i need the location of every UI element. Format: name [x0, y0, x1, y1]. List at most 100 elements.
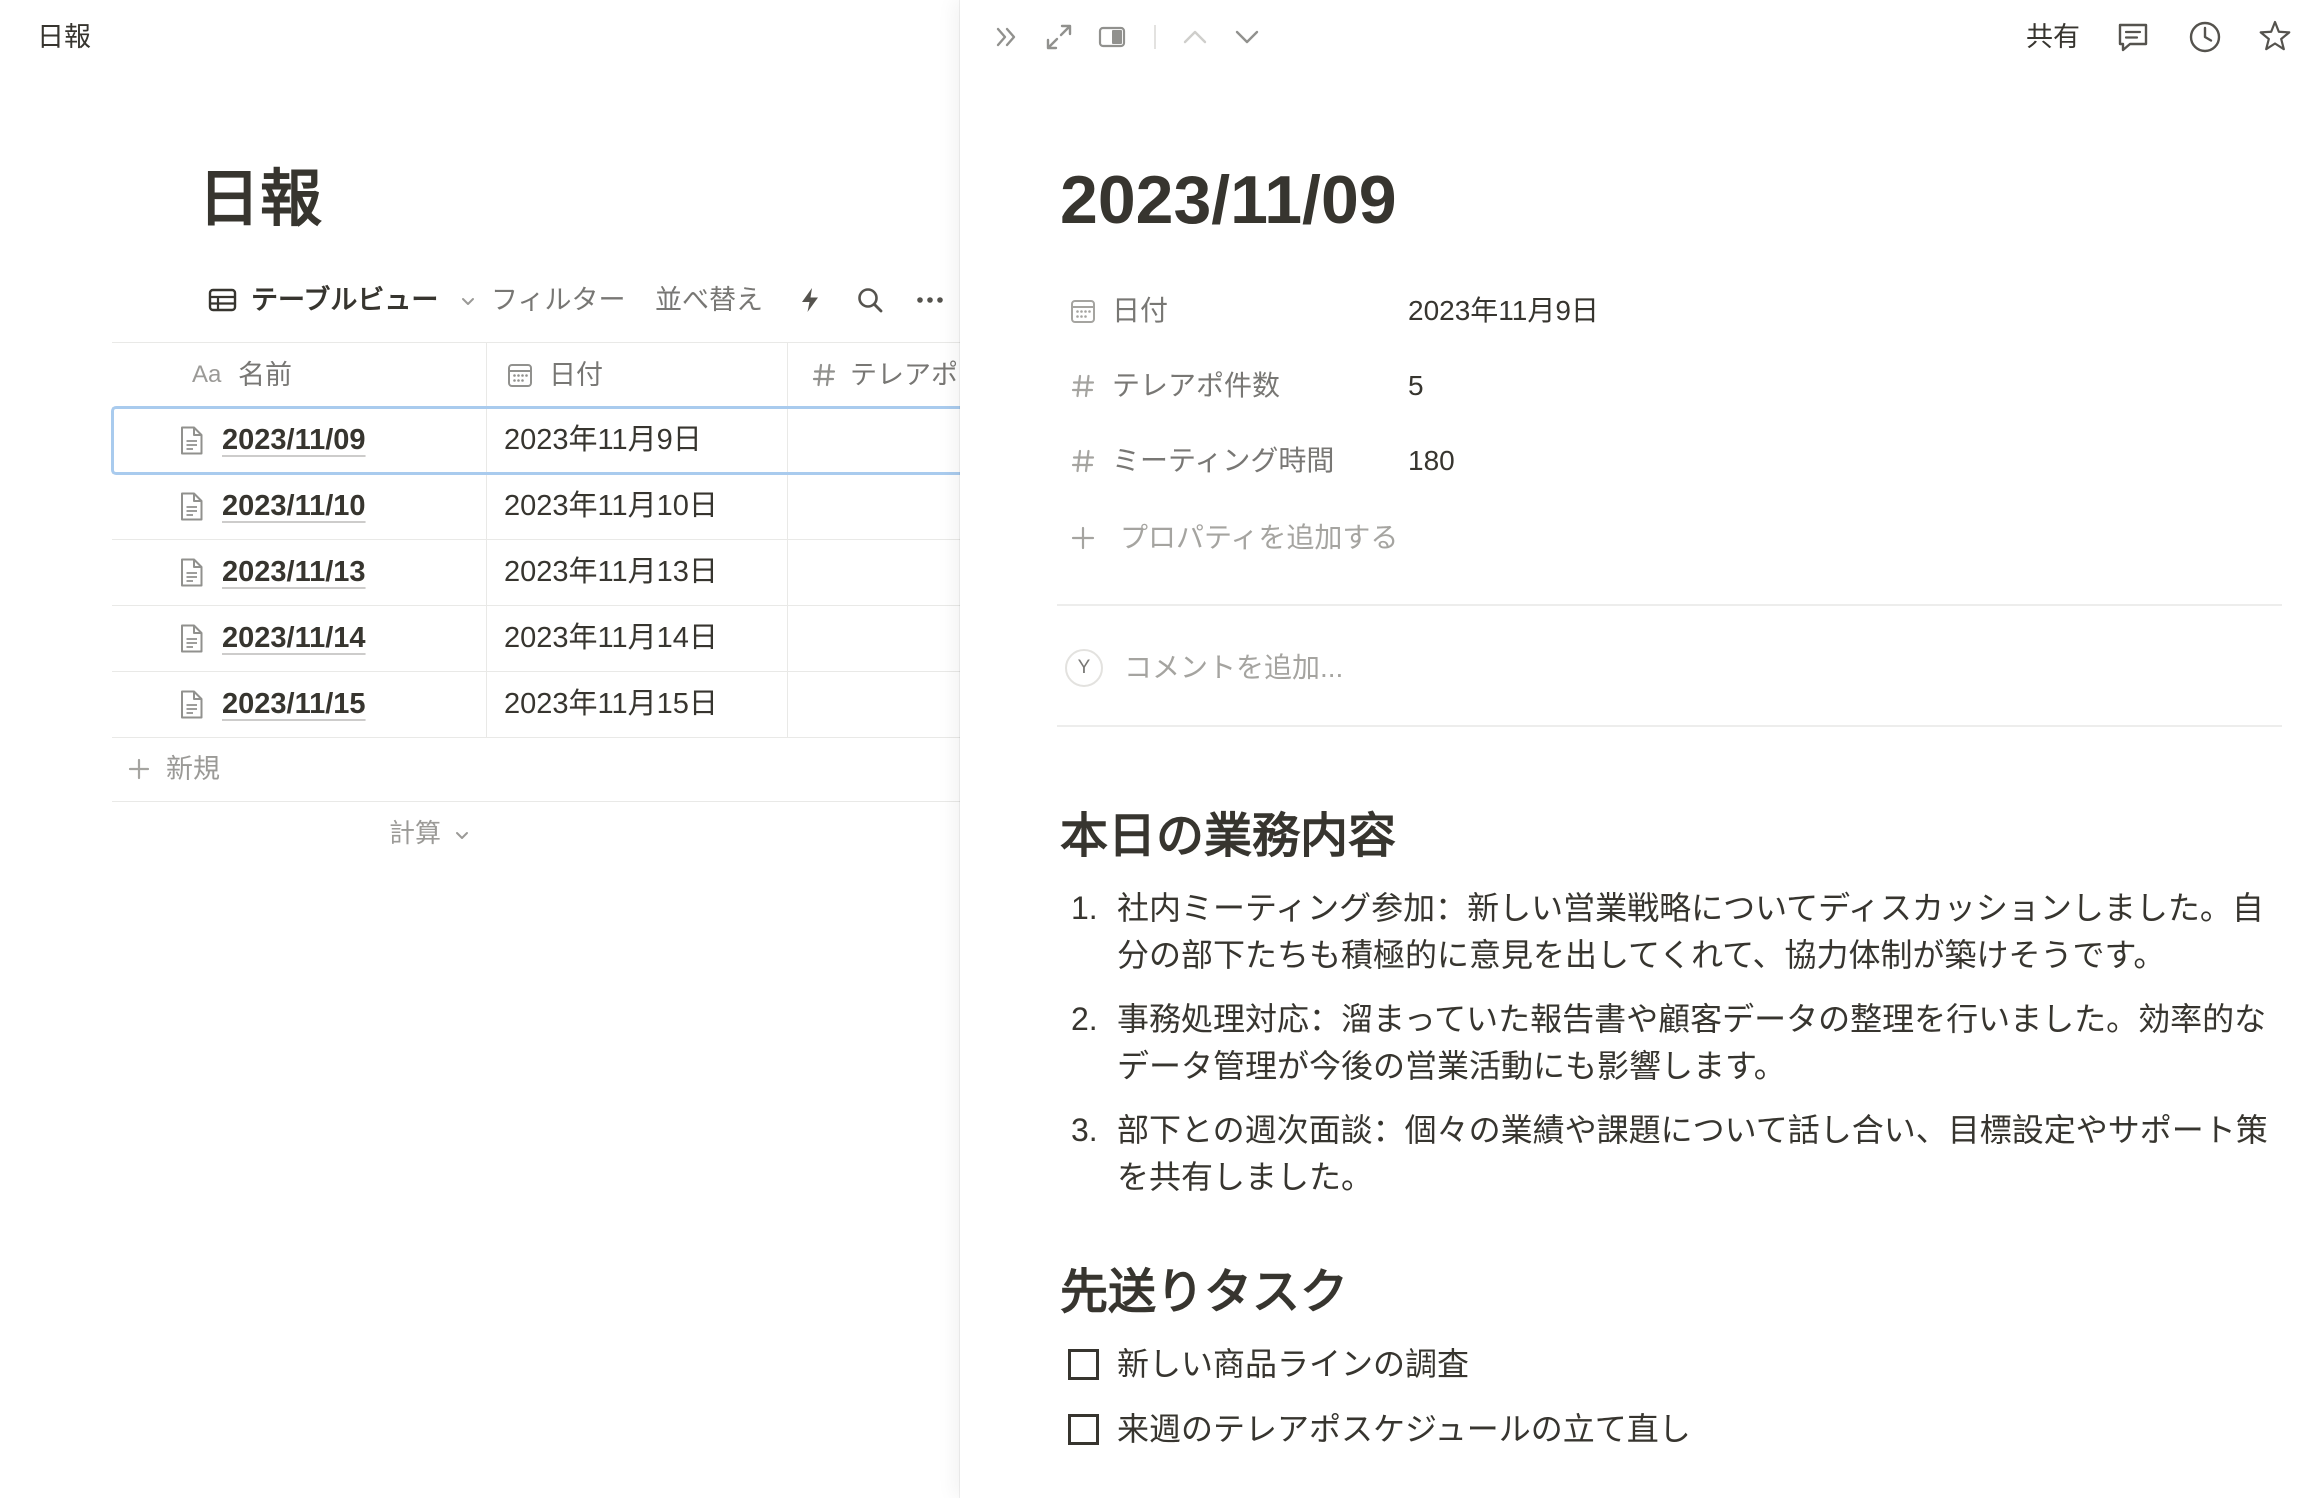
row-title-link[interactable]: 2023/11/13 [222, 540, 366, 604]
name-cell[interactable]: 2023/11/14 [112, 606, 487, 671]
table-header: Aa 名前 日付 テレアポ [112, 342, 960, 408]
teleapo-cell[interactable] [788, 606, 960, 671]
todo-list: 新しい商品ラインの調査 来週のテレアポスケジュールの立て直し [1060, 1341, 2290, 1471]
avatar: Y [1065, 649, 1103, 687]
double-chevron-right-icon[interactable] [991, 21, 1023, 53]
list-item-text[interactable]: 事務処理対応：溜まっていた報告書や顧客データの整理を行いました。効率的なデータ管… [1117, 996, 2277, 1090]
divider [1057, 604, 2282, 606]
side-peek-panel: 共有 2023/11/09 日付 2023年11月9日 テレアポ件数 5 ミーテ… [960, 0, 2319, 1498]
calculate-button[interactable]: 計算 [389, 815, 441, 851]
toolbar-divider [1154, 25, 1156, 49]
list-number: 2. [1071, 1001, 1098, 1037]
number-icon [1071, 449, 1095, 473]
divider [1057, 725, 2282, 727]
list-item[interactable]: 2. 事務処理対応：溜まっていた報告書や顧客データの整理を行いました。効率的なデ… [1060, 996, 2290, 1090]
section-heading[interactable]: 本日の業務内容 [1060, 807, 1396, 867]
sort-button[interactable]: 並べ替え [655, 280, 763, 320]
row-title-link[interactable]: 2023/11/10 [222, 474, 366, 538]
list-item[interactable]: 3. 部下との週次面談：個々の業績や課題について話し合い、目標設定やサポート策を… [1060, 1107, 2290, 1201]
date-cell[interactable]: 2023年11月13日 [487, 540, 788, 605]
clock-icon[interactable] [2187, 19, 2223, 55]
number-icon [812, 363, 836, 387]
chevron-down-icon[interactable] [1231, 21, 1263, 53]
table-divider [112, 801, 960, 802]
todo-text[interactable]: 新しい商品ラインの調査 [1117, 1341, 1469, 1388]
plus-icon[interactable] [128, 758, 150, 780]
column-header-date[interactable]: 日付 [487, 343, 788, 407]
property-value[interactable]: 2023年11月9日 [1408, 286, 1599, 336]
property-value[interactable]: 5 [1408, 361, 1424, 411]
property-label[interactable]: 日付 [1112, 286, 1168, 336]
table-row[interactable]: 2023/11/13 2023年11月13日 [112, 540, 960, 606]
teleapo-cell[interactable] [788, 474, 960, 539]
chevron-down-icon[interactable] [460, 293, 476, 309]
expand-icon[interactable] [1043, 21, 1075, 53]
page-title[interactable]: 2023/11/09 [1060, 156, 1397, 244]
breadcrumb-title[interactable]: 日報 [37, 19, 91, 55]
row-title-link[interactable]: 2023/11/15 [222, 672, 366, 736]
column-header-teleapo[interactable]: テレアポ [788, 343, 960, 407]
todo-item: 新しい商品ラインの調査 [1060, 1341, 2290, 1388]
list-item-text[interactable]: 社内ミーティング参加：新しい営業戦略についてディスカッションしました。自分の部下… [1117, 885, 2277, 979]
add-property-button[interactable]: プロパティを追加する [960, 513, 2319, 563]
list-number: 3. [1071, 1112, 1098, 1148]
view-selector-button[interactable]: テーブルビュー [251, 280, 438, 320]
chevron-up-icon[interactable] [1179, 21, 1211, 53]
page-icon [181, 624, 203, 653]
row-title-link[interactable]: 2023/11/14 [222, 606, 366, 670]
name-cell[interactable]: 2023/11/15 [112, 672, 487, 737]
page-icon [181, 558, 203, 587]
list-item-text[interactable]: 部下との週次面談：個々の業績や課題について話し合い、目標設定やサポート策を共有し… [1117, 1107, 2277, 1201]
property-label[interactable]: ミーティング時間 [1112, 436, 1334, 486]
date-cell[interactable]: 2023年11月10日 [487, 474, 788, 539]
list-number: 1. [1071, 890, 1098, 926]
list-item[interactable]: 1. 社内ミーティング参加：新しい営業戦略についてディスカッションしました。自分… [1060, 885, 2290, 979]
column-label: テレアポ [850, 360, 958, 390]
chevron-down-icon[interactable] [454, 827, 470, 843]
share-button[interactable]: 共有 [2026, 19, 2080, 55]
date-value: 2023年11月13日 [504, 556, 718, 588]
database-panel: 日報 日報 テーブルビュー フィルター 並べ替え Aa 名前 日付 テレアポ 2… [0, 0, 960, 1498]
date-cell[interactable]: 2023年11月15日 [487, 672, 788, 737]
todo-checkbox[interactable] [1068, 1414, 1099, 1445]
property-row-meeting-time[interactable]: ミーティング時間 180 [960, 436, 2319, 486]
property-label[interactable]: テレアポ件数 [1112, 361, 1280, 411]
date-value: 2023年11月14日 [504, 622, 718, 654]
teleapo-cell[interactable] [788, 540, 960, 605]
calendar-icon [508, 364, 532, 387]
comment-input[interactable]: コメントを追加... [1124, 643, 1343, 693]
table-row[interactable]: 2023/11/15 2023年11月15日 [112, 672, 960, 738]
filter-button[interactable]: フィルター [491, 280, 625, 320]
teleapo-cell[interactable] [788, 672, 960, 737]
plus-icon [1071, 526, 1095, 550]
date-cell[interactable]: 2023年11月14日 [487, 606, 788, 671]
new-row-button[interactable]: 新規 [166, 751, 220, 787]
date-value: 2023年11月15日 [504, 688, 718, 720]
name-cell[interactable]: 2023/11/13 [112, 540, 487, 605]
table-row[interactable]: 2023/11/10 2023年11月10日 [112, 474, 960, 540]
property-row-date[interactable]: 日付 2023年11月9日 [960, 286, 2319, 336]
search-icon[interactable] [856, 286, 884, 314]
name-cell[interactable]: 2023/11/10 [112, 474, 487, 539]
property-value[interactable]: 180 [1408, 436, 1455, 486]
page-icon [181, 690, 203, 719]
title-type-icon: Aa [192, 361, 222, 388]
section-heading[interactable]: 先送りタスク [1060, 1263, 1348, 1323]
star-icon[interactable] [2257, 19, 2293, 55]
column-header-name[interactable]: Aa 名前 [112, 343, 487, 407]
database-table: Aa 名前 日付 テレアポ 2023/11/09 2023年11月9日 2023… [112, 342, 960, 738]
comment-icon[interactable] [2115, 19, 2151, 55]
lightning-icon[interactable] [797, 286, 823, 314]
calendar-icon [1071, 300, 1095, 323]
numbered-list: 1. 社内ミーティング参加：新しい営業戦略についてディスカッションしました。自分… [1060, 885, 2290, 1218]
table-row[interactable]: 2023/11/14 2023年11月14日 [112, 606, 960, 672]
side-peek-icon[interactable] [1096, 21, 1128, 53]
page-icon [181, 492, 203, 521]
todo-text[interactable]: 来週のテレアポスケジュールの立て直し [1117, 1406, 1691, 1453]
todo-checkbox[interactable] [1068, 1349, 1099, 1380]
property-row-teleapo-count[interactable]: テレアポ件数 5 [960, 361, 2319, 411]
more-icon[interactable] [913, 288, 947, 312]
page-title[interactable]: 日報 [198, 158, 322, 242]
column-label: 名前 [238, 360, 292, 390]
add-property-label: プロパティを追加する [1120, 522, 1399, 553]
